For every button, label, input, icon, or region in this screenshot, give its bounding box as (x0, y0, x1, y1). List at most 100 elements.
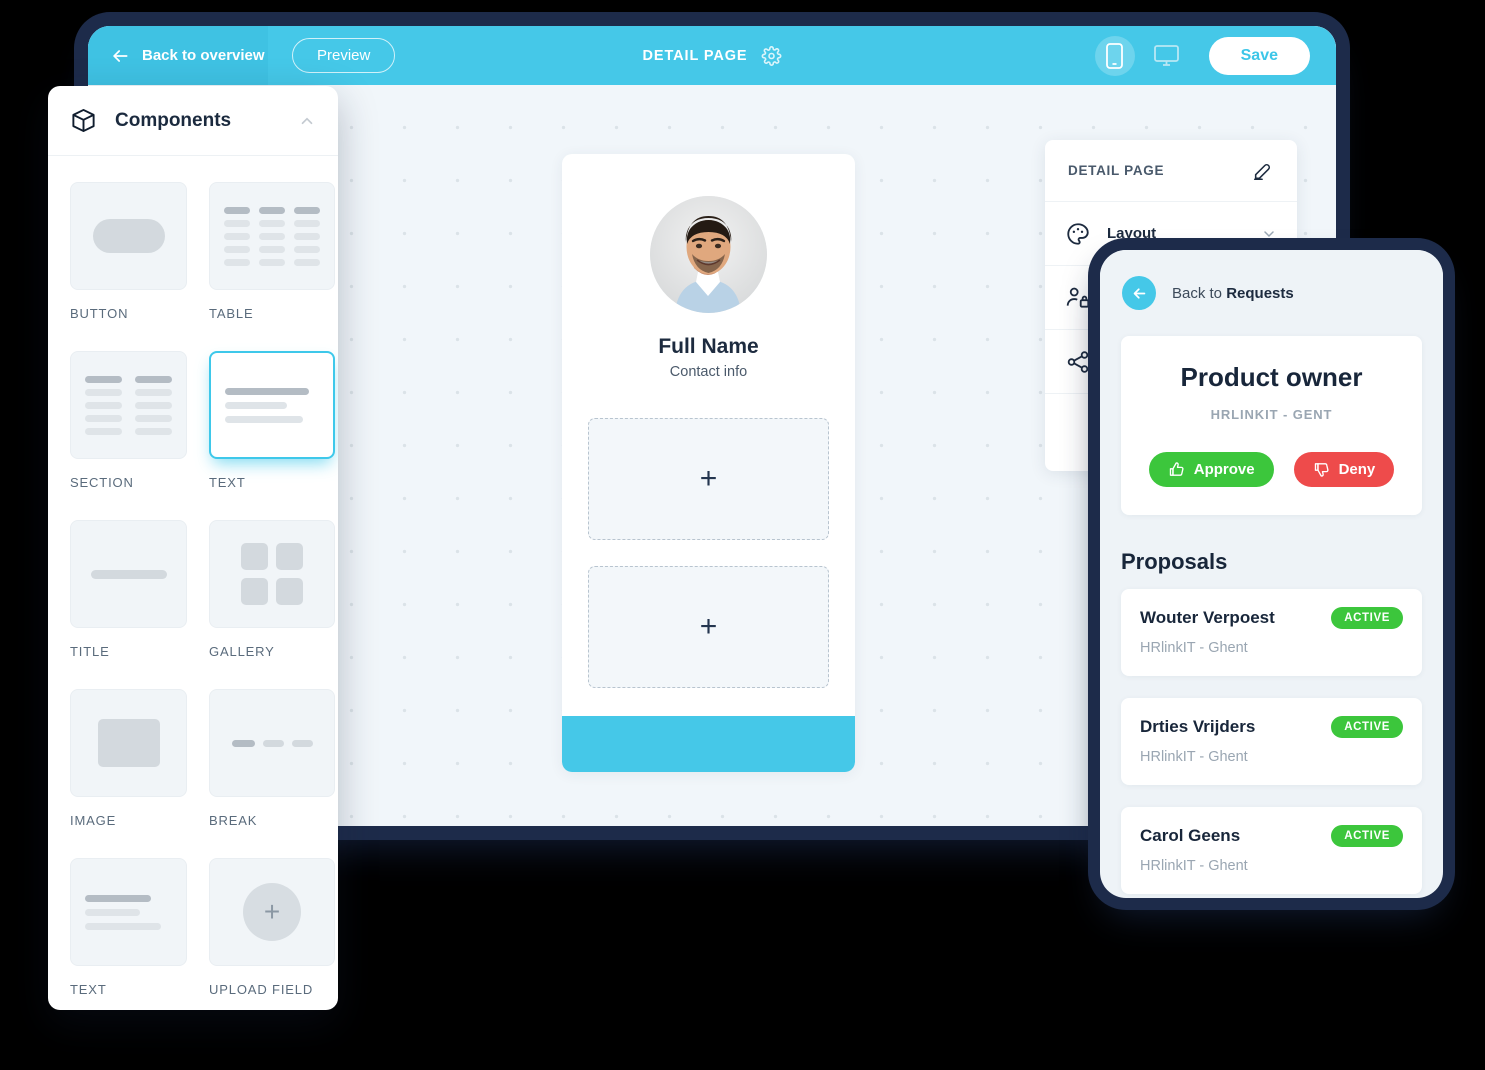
component-label: BUTTON (70, 306, 129, 321)
desktop-device-icon (1154, 44, 1180, 66)
cube-icon (72, 108, 95, 133)
page-title-group: DETAIL PAGE (643, 26, 782, 85)
table-shape-icon (224, 206, 320, 266)
components-panel-title: Components (115, 109, 232, 131)
status-badge: ACTIVE (1331, 716, 1403, 738)
break-shape-icon (231, 739, 313, 747)
component-card-title[interactable]: TITLE (70, 520, 187, 681)
list-item[interactable]: Wouter Verpoest ACTIVE HRlinkIT - Ghent (1121, 589, 1422, 676)
component-label: IMAGE (70, 813, 117, 828)
component-card-upload-field[interactable]: + UPLOAD FIELD (209, 858, 335, 1010)
edit-pencil-icon[interactable] (1252, 160, 1274, 182)
avatar-photo (650, 196, 767, 313)
component-thumb-break (209, 689, 335, 797)
profile-name: Full Name (658, 335, 759, 358)
topbar-actions: Save (1094, 26, 1310, 85)
approve-button[interactable]: Approve (1148, 452, 1274, 487)
settings-row-label-layout: Layout (1107, 225, 1157, 242)
builder-topbar: Back to overview Preview DETAIL PAGE Sav… (88, 26, 1336, 85)
component-card-gallery[interactable]: GALLERY (209, 520, 335, 681)
component-thumb-gallery (209, 520, 335, 628)
components-grid: BUTTON TABLE SECTION TEXT TITLE GALLERY … (48, 156, 338, 1010)
add-component-icon: + (699, 462, 718, 495)
detail-page-preview-card: Full Name Contact info + + (562, 154, 855, 772)
deny-label: Deny (1338, 461, 1376, 478)
component-thumb-text-2 (70, 858, 187, 966)
save-button[interactable]: Save (1208, 36, 1310, 75)
component-thumb-table (209, 182, 335, 290)
image-shape-icon (97, 719, 160, 767)
button-shape-icon (92, 219, 165, 253)
component-label: UPLOAD FIELD (209, 982, 314, 997)
preview-button[interactable]: Preview (292, 38, 396, 73)
detail-card-footer-bar[interactable] (562, 716, 855, 772)
gear-icon[interactable] (761, 45, 782, 66)
page-title: DETAIL PAGE (642, 47, 748, 64)
component-card-image[interactable]: IMAGE (70, 689, 187, 850)
component-thumb-upload: + (209, 858, 335, 966)
proposal-row: Wouter Verpoest ACTIVE (1140, 607, 1403, 629)
status-badge: ACTIVE (1331, 825, 1403, 847)
job-title: Product owner (1180, 362, 1363, 392)
components-panel-header[interactable]: Components (48, 86, 338, 156)
component-card-text[interactable]: TEXT (70, 858, 187, 1010)
component-label: TEXT (209, 475, 246, 490)
status-badge: ACTIVE (1331, 607, 1403, 629)
component-thumb-text (209, 351, 335, 459)
chevron-up-icon[interactable] (298, 112, 316, 130)
component-thumb-button (70, 182, 187, 290)
drop-zone-1[interactable]: + (588, 418, 829, 540)
component-label: TEXT (70, 982, 107, 997)
avatar (650, 196, 767, 313)
component-label: TABLE (209, 306, 254, 321)
component-card-text-selected[interactable]: TEXT (209, 351, 335, 512)
proposal-name: Wouter Verpoest (1140, 608, 1275, 627)
drop-zone-2[interactable]: + (588, 566, 829, 688)
component-thumb-section (70, 351, 187, 459)
gallery-shape-icon (241, 543, 303, 605)
proposal-name: Drties Vrijders (1140, 717, 1256, 736)
component-card-button[interactable]: BUTTON (70, 182, 187, 343)
mobile-preview-card: Back to Requests Product owner HRLINKIT … (1100, 250, 1443, 898)
component-card-table[interactable]: TABLE (209, 182, 335, 343)
thumbs-down-icon (1314, 463, 1329, 477)
component-label: SECTION (70, 475, 134, 490)
list-item[interactable]: Drties Vrijders ACTIVE HRlinkIT - Ghent (1121, 698, 1422, 785)
screenshot-stage: Back to overview Preview DETAIL PAGE Sav… (0, 0, 1485, 1070)
component-thumb-image (70, 689, 187, 797)
user-lock-icon (1066, 287, 1090, 308)
text-shape-icon (85, 894, 172, 930)
arrow-left-icon (113, 49, 128, 62)
component-label: TITLE (70, 644, 110, 659)
proposal-org: HRlinkIT - Ghent (1140, 858, 1248, 874)
list-item[interactable]: Carol Geens ACTIVE HRlinkIT - Ghent (1121, 807, 1422, 894)
component-thumb-title (70, 520, 187, 628)
deny-button[interactable]: Deny (1293, 452, 1395, 487)
mobile-back-bar[interactable]: Back to Requests (1100, 250, 1443, 336)
arrow-left-circle-icon (1133, 287, 1145, 299)
settings-panel-header: DETAIL PAGE (1045, 140, 1297, 202)
proposal-row: Carol Geens ACTIVE (1140, 825, 1403, 847)
upload-plus-icon: + (243, 883, 301, 941)
text-shape-icon (225, 387, 319, 423)
avatar-wrapper (562, 196, 855, 313)
component-label: GALLERY (209, 644, 275, 659)
back-to-requests-button[interactable] (1122, 276, 1156, 310)
approve-label: Approve (1193, 461, 1255, 478)
proposal-name: Carol Geens (1140, 826, 1241, 845)
back-to-overview-button[interactable]: Back to overview (88, 26, 268, 85)
mobile-device-icon (1106, 42, 1124, 69)
chevron-down-icon (1264, 230, 1274, 237)
palette-icon (1067, 222, 1089, 245)
component-card-section[interactable]: SECTION (70, 351, 187, 512)
component-label: BREAK (209, 813, 258, 828)
back-prefix: Back to (1172, 284, 1227, 302)
section-shape-icon (85, 375, 172, 435)
proposal-org: HRlinkIT - Ghent (1140, 749, 1248, 765)
job-company: HRLINKIT - GENT (1210, 407, 1333, 422)
mobile-view-button[interactable] (1094, 35, 1135, 76)
job-actions: Approve Deny (1139, 452, 1404, 487)
desktop-view-button[interactable] (1147, 36, 1187, 76)
component-card-break[interactable]: BREAK (209, 689, 335, 850)
thumbs-up-icon (1169, 462, 1184, 476)
